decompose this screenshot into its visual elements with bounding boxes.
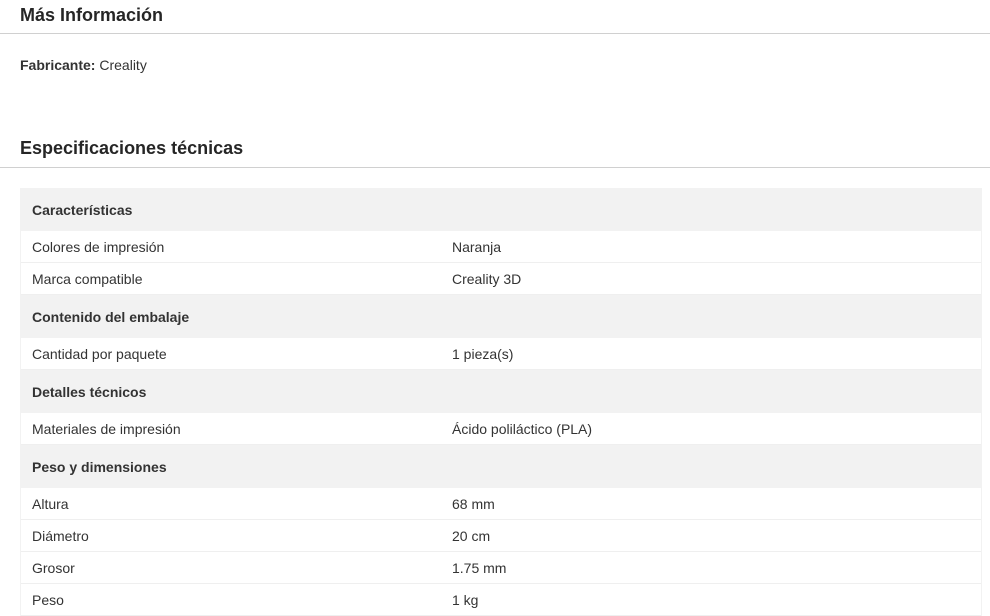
spec-row: Colores de impresión Naranja [21, 231, 981, 263]
spec-value: 1 kg [452, 591, 479, 608]
spec-name: Materiales de impresión [32, 420, 181, 437]
spec-value: Creality 3D [452, 270, 522, 287]
spec-name: Cantidad por paquete [32, 345, 167, 362]
spec-group-header: Detalles técnicos [21, 370, 981, 413]
spec-value: 1.75 mm [452, 559, 507, 576]
spec-name: Colores de impresión [32, 238, 165, 255]
spec-row: Marca compatible Creality 3D [21, 263, 981, 295]
spec-row: Peso 1 kg [21, 584, 981, 616]
spec-value: Ácido poliláctico (PLA) [452, 420, 593, 437]
spec-table: Características Colores de impresión Nar… [20, 188, 982, 616]
spec-value: 68 mm [452, 495, 495, 512]
spec-name: Altura [32, 495, 69, 512]
spec-name: Grosor [32, 559, 75, 576]
spec-value: 1 pieza(s) [452, 345, 514, 362]
spec-row: Altura 68 mm [21, 488, 981, 520]
spec-value: 20 cm [452, 527, 491, 544]
spec-group-header: Contenido del embalaje [21, 295, 981, 338]
spec-name: Diámetro [32, 527, 89, 544]
spec-row: Materiales de impresión Ácido poliláctic… [21, 413, 981, 445]
spec-row: Cantidad por paquete 1 pieza(s) [21, 338, 981, 370]
spec-row: Grosor 1.75 mm [21, 552, 981, 584]
spec-value: Naranja [452, 238, 502, 255]
spec-name: Marca compatible [32, 270, 143, 287]
spec-group-header: Peso y dimensiones [21, 445, 981, 488]
spec-name: Peso [32, 591, 64, 608]
specs-title: Especificaciones técnicas [20, 138, 244, 158]
spec-row: Diámetro 20 cm [21, 520, 981, 552]
spec-group-header: Características [21, 188, 981, 231]
